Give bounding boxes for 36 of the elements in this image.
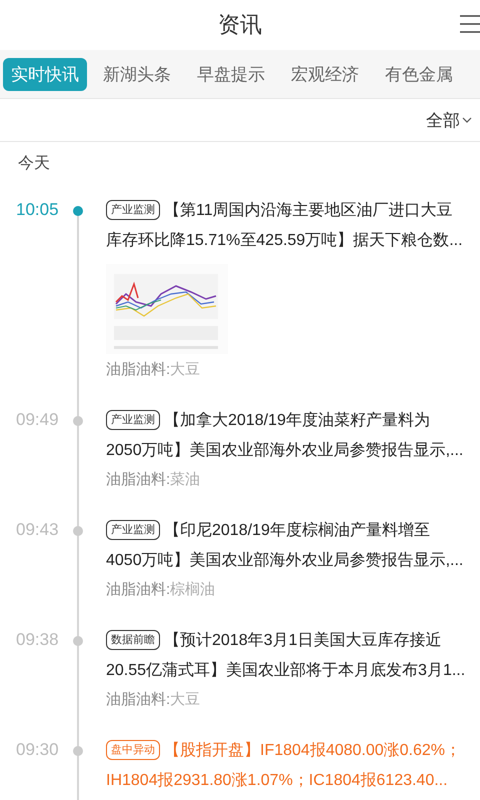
news-headline[interactable]: 2050万吨】美国农业部海外农业局参赞报告显示,... (106, 442, 464, 459)
news-headline[interactable]: 库存环比降15.71%至425.59万吨】据天下粮仓数... (106, 232, 463, 249)
news-headline[interactable]: 【第11周国内沿海主要地区油厂进口大豆 (164, 202, 453, 219)
news-headline[interactable]: 【印尼2018/19年度棕榈油产量料增至 (164, 522, 430, 539)
news-time: 09:43 (16, 520, 59, 539)
news-time: 09:38 (16, 630, 59, 649)
category-tab[interactable]: 新湖头条 (95, 58, 179, 90)
filter-dropdown[interactable]: 全部 (426, 108, 472, 132)
news-category: 油脂油料: (106, 691, 170, 708)
news-time: 09:30 (16, 740, 59, 759)
news-subcategory: 棕榈油 (170, 581, 216, 598)
news-subcategory: 大豆 (170, 361, 200, 378)
news-time: 10:05 (16, 200, 59, 219)
news-headline[interactable]: 4050万吨】美国农业部海外农业局参赞报告显示,... (106, 552, 464, 569)
chevron-down-icon (462, 117, 472, 123)
category-tab[interactable]: 有色金属 (377, 58, 461, 90)
news-subcategory: 菜油 (170, 471, 200, 488)
category-tab[interactable]: 早盘提示 (189, 58, 273, 90)
page-title: 资讯 (218, 11, 262, 39)
news-category: 油脂油料: (106, 581, 170, 598)
timeline-dot (73, 206, 83, 216)
news-headline[interactable]: 20.55亿蒲式耳】美国农业部将于本月底发布3月1... (106, 662, 466, 679)
news-headline[interactable]: 【加拿大2018/19年度油菜籽产量料为 (164, 412, 430, 429)
news-tag: 数据前瞻 (106, 630, 160, 650)
news-category: 油脂油料: (106, 361, 170, 378)
menu-icon[interactable] (458, 14, 480, 34)
news-category: 油脂油料: (106, 471, 170, 488)
news-tag: 盘中异动 (106, 740, 160, 760)
news-tag: 产业监测 (106, 520, 160, 540)
category-tab[interactable]: 宏观经济 (283, 58, 367, 90)
day-label: 今天 (18, 154, 50, 174)
news-time: 09:49 (16, 410, 59, 429)
news-tag: 产业监测 (106, 410, 160, 430)
news-tag: 产业监测 (106, 200, 160, 220)
news-subcategory: 大豆 (170, 691, 200, 708)
news-headline[interactable]: 【预计2018年3月1日美国大豆库存接近 (164, 632, 442, 649)
